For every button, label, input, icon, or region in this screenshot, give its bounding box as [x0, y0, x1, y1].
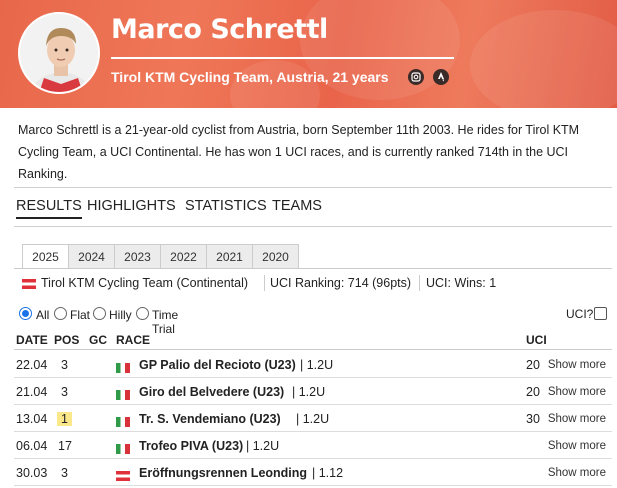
- race-link[interactable]: Eröffnungsrennen Leonding: [139, 466, 307, 480]
- italy-flag-icon: [116, 387, 130, 401]
- tab-highlights[interactable]: HIGHLIGHTS: [87, 198, 176, 214]
- table-row[interactable]: 13.04 1 Tr. S. Vendemiano (U23) | 1.2U 3…: [14, 405, 612, 432]
- year-tab-2024[interactable]: 2024: [68, 244, 115, 268]
- col-uci: UCI: [526, 333, 547, 347]
- row-pos-highlight: 1: [57, 412, 72, 426]
- row-uci: 20: [526, 358, 540, 372]
- table-row[interactable]: 06.04 17 Trofeo PIVA (U23) | 1.2U Show m…: [14, 432, 612, 459]
- table-row[interactable]: 22.04 3 GP Palio del Recioto (U23) | 1.2…: [14, 351, 612, 378]
- row-date: 13.04: [16, 412, 48, 426]
- row-uci: 20: [526, 385, 540, 399]
- results-table-header: DATE POS GC RACE UCI: [14, 330, 612, 350]
- rider-name: Marco Schrettl: [111, 14, 328, 45]
- race-link[interactable]: Tr. S. Vendemiano (U23): [139, 412, 281, 426]
- radio-all-label: All: [36, 308, 50, 322]
- austria-flag-icon: [22, 276, 36, 290]
- uci-wins: UCI: Wins: 1: [426, 276, 497, 290]
- rider-avatar: [18, 12, 100, 94]
- row-pos: 3: [61, 466, 68, 480]
- strava-icon[interactable]: [433, 69, 449, 85]
- italy-flag-icon: [116, 414, 130, 428]
- col-gc: GC: [89, 333, 107, 347]
- uci-toggle-label: UCI?: [566, 307, 594, 321]
- rider-bio: Marco Schrettl is a 21-year-old cyclist …: [18, 123, 580, 181]
- tab-statistics[interactable]: STATISTICS: [185, 198, 267, 214]
- race-link[interactable]: GP Palio del Recioto (U23): [139, 358, 296, 372]
- radio-all[interactable]: [19, 307, 32, 320]
- rider-subtitle: Tirol KTM Cycling Team, Austria, 21 year…: [111, 69, 389, 85]
- col-pos: POS: [54, 333, 80, 347]
- show-more-link[interactable]: Show more: [548, 467, 606, 479]
- race-class: | 1.2U: [246, 439, 280, 453]
- radio-flat-label: Flat: [70, 308, 91, 322]
- austria-flag-icon: [116, 468, 130, 482]
- show-more-link[interactable]: Show more: [548, 440, 606, 452]
- row-pos: 3: [61, 385, 68, 399]
- year-tab-2021[interactable]: 2021: [206, 244, 253, 268]
- season-summary: Tirol KTM Cycling Team (Continental) UCI…: [14, 268, 612, 296]
- row-date: 06.04: [16, 439, 48, 453]
- tab-teams[interactable]: TEAMS: [272, 198, 322, 214]
- italy-flag-icon: [116, 441, 130, 455]
- radio-hilly-label: Hilly: [109, 308, 132, 322]
- race-class: | 1.2U: [300, 358, 334, 372]
- row-uci: 30: [526, 412, 540, 426]
- instagram-icon[interactable]: [408, 69, 424, 85]
- row-pos: 17: [58, 439, 72, 453]
- year-tab-2022[interactable]: 2022: [160, 244, 207, 268]
- divider: [14, 187, 612, 188]
- year-tab-2025[interactable]: 2025: [22, 244, 69, 269]
- year-tab-2020[interactable]: 2020: [252, 244, 299, 268]
- row-date: 30.03: [16, 466, 48, 480]
- radio-flat[interactable]: [54, 307, 67, 320]
- row-date: 22.04: [16, 358, 48, 372]
- race-class: | 1.2U: [296, 412, 330, 426]
- row-pos: 3: [61, 358, 68, 372]
- year-tab-2023[interactable]: 2023: [114, 244, 161, 268]
- profile-header: Marco Schrettl Tirol KTM Cycling Team, A…: [0, 0, 617, 108]
- col-race: RACE: [116, 333, 151, 347]
- show-more-link[interactable]: Show more: [548, 386, 606, 398]
- row-date: 21.04: [16, 385, 48, 399]
- separator: [419, 275, 420, 291]
- col-date: DATE: [16, 333, 48, 347]
- race-link[interactable]: Trofeo PIVA (U23): [139, 439, 243, 453]
- separator: [264, 275, 265, 291]
- race-class: | 1.12: [312, 466, 344, 480]
- radio-time-trial[interactable]: [136, 307, 149, 320]
- uci-ranking: UCI Ranking: 714 (96pts): [270, 276, 412, 290]
- race-link[interactable]: Giro del Belvedere (U23): [139, 385, 284, 399]
- tab-results[interactable]: RESULTS: [16, 198, 82, 219]
- italy-flag-icon: [116, 360, 130, 374]
- show-more-link[interactable]: Show more: [548, 413, 606, 425]
- divider: [14, 226, 612, 227]
- table-row[interactable]: 30.03 3 Eröffnungsrennen Leonding | 1.12…: [14, 459, 612, 486]
- race-class: | 1.2U: [292, 385, 326, 399]
- team-name[interactable]: Tirol KTM Cycling Team (Continental): [41, 276, 248, 290]
- uci-checkbox[interactable]: [594, 307, 607, 320]
- name-underline: [111, 57, 454, 59]
- show-more-link[interactable]: Show more: [548, 359, 606, 371]
- radio-hilly[interactable]: [93, 307, 106, 320]
- table-row[interactable]: 21.04 3 Giro del Belvedere (U23) | 1.2U …: [14, 378, 612, 405]
